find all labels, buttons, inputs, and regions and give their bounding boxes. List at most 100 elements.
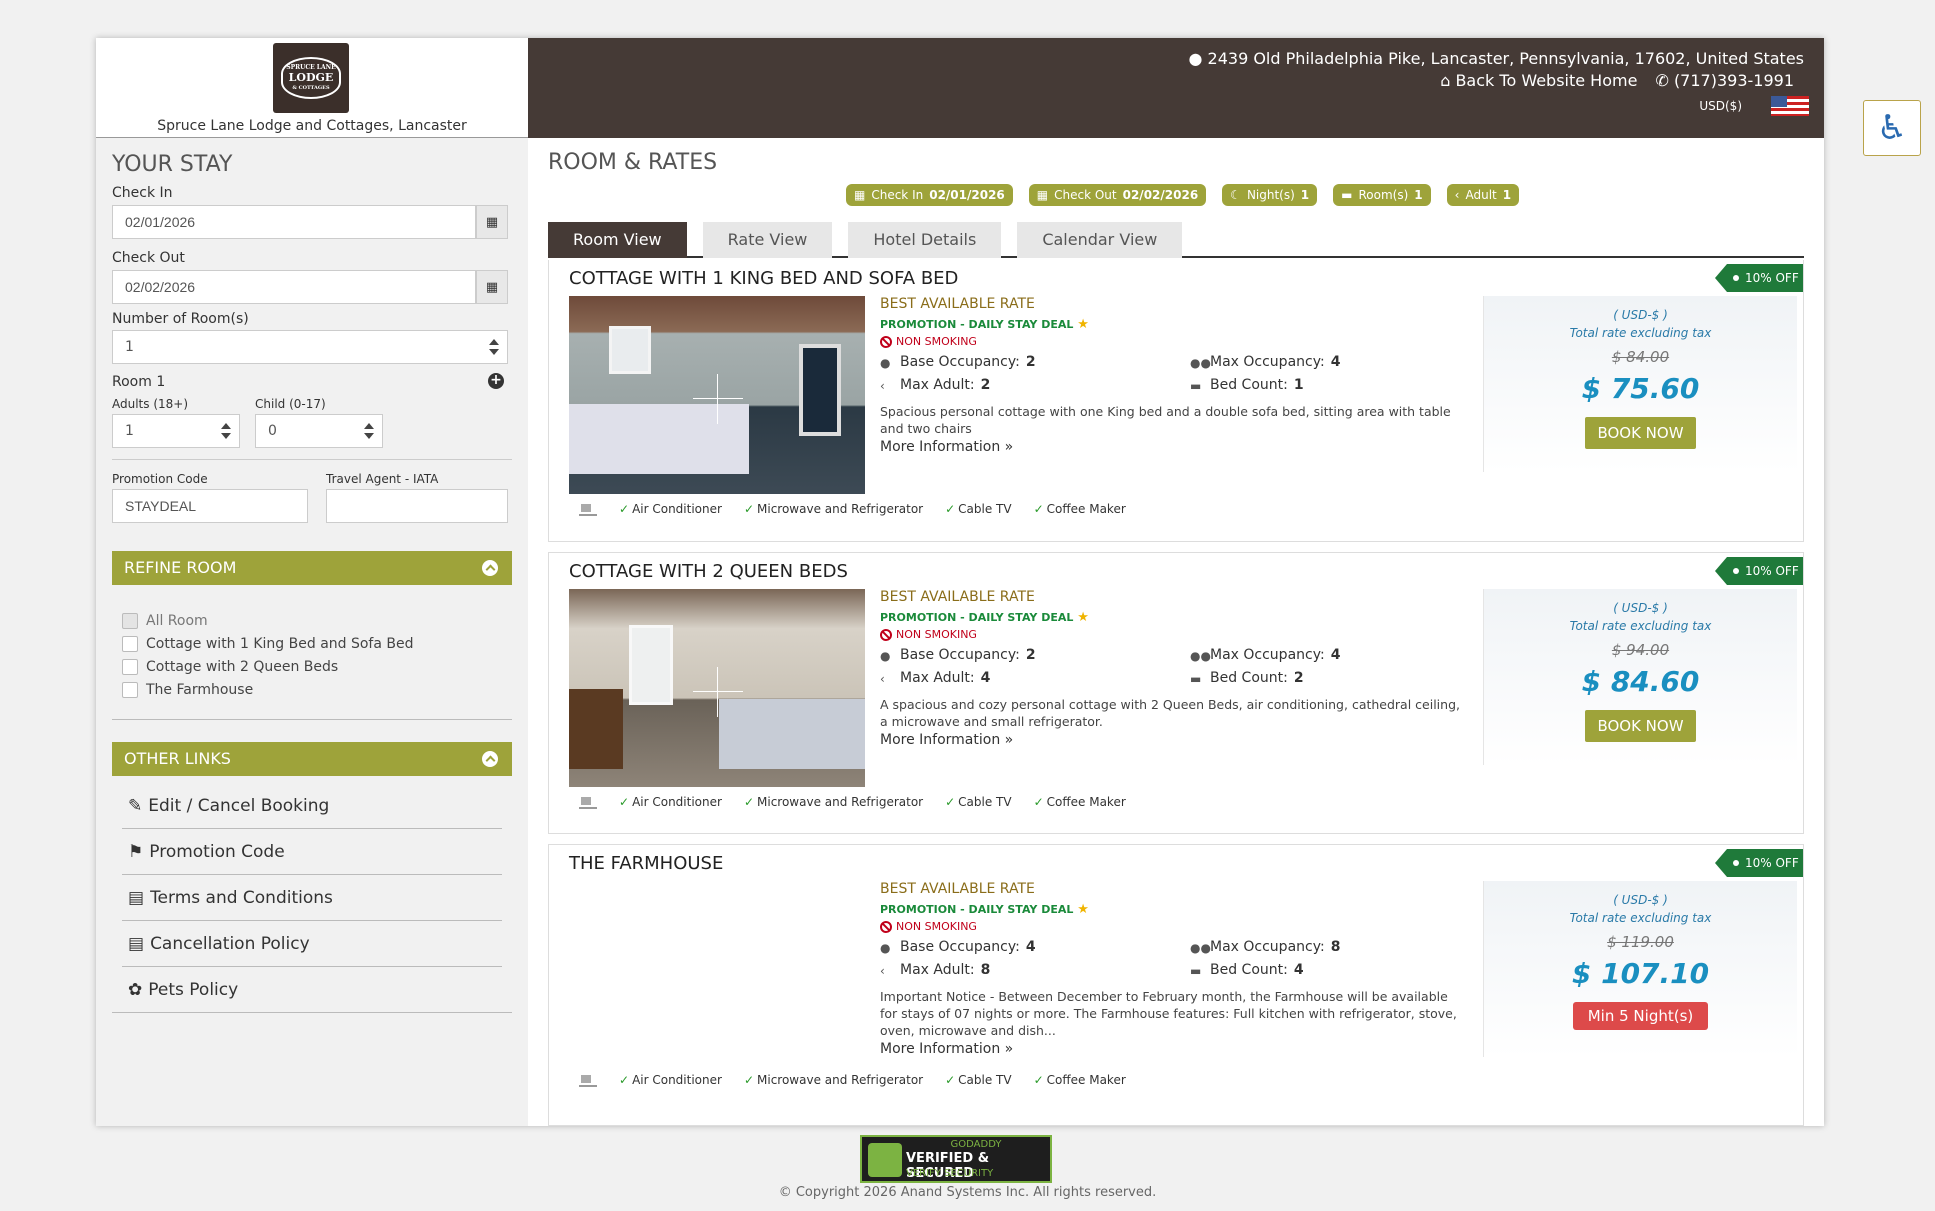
max-adult: ‹ Max Adult: 2 bbox=[880, 377, 990, 393]
main-content: ROOM & RATES ▦ Check In 02/01/2026 ▦ Check … bbox=[96, 38, 1824, 1126]
calendar-icon: ▦ bbox=[1036, 188, 1049, 202]
amenity-label: Coffee Maker bbox=[1046, 1073, 1126, 1087]
max-adult: ‹ Max Adult: 4 bbox=[880, 670, 990, 686]
original-price: $ 84.00 bbox=[1611, 348, 1670, 366]
badge-value: 1 bbox=[1300, 188, 1310, 202]
tab-rate-view[interactable]: Rate View bbox=[702, 222, 833, 258]
price-currency: ( USD-$ ) bbox=[1613, 601, 1668, 615]
crosshair-icon bbox=[693, 374, 743, 424]
user-icon: ● bbox=[880, 356, 891, 370]
amenity-item: ✓ Air Conditioner bbox=[619, 502, 722, 516]
rate-name: BEST AVAILABLE RATE bbox=[880, 589, 1035, 605]
tab-hotel-details[interactable]: Hotel Details bbox=[848, 222, 1002, 258]
room-rates-title: ROOM & RATES bbox=[548, 150, 718, 175]
check-icon: ✓ bbox=[619, 795, 630, 809]
base-occupancy: ● Base Occupancy: 2 bbox=[880, 647, 1036, 663]
male-icon: ‹ bbox=[880, 964, 885, 978]
accessibility-icon[interactable]: ♿ bbox=[1863, 100, 1921, 156]
check-icon: ✓ bbox=[1033, 502, 1044, 516]
bed-count-label: Bed Count: bbox=[1210, 377, 1288, 393]
badge-label: Adult bbox=[1465, 188, 1497, 202]
amenity-label: Cable TV bbox=[958, 795, 1012, 809]
wheelchair-icon: ♿ bbox=[1876, 108, 1908, 148]
max-adult-label: Max Adult: bbox=[900, 670, 975, 686]
more-information-link[interactable]: More Information » bbox=[880, 1041, 1013, 1057]
base-occ-value: 2 bbox=[1025, 354, 1036, 370]
bed-count-value: 2 bbox=[1293, 670, 1304, 686]
price-box: ( USD-$ ) Total rate excluding tax $ 119… bbox=[1483, 881, 1797, 1057]
badge-value: 02/02/2026 bbox=[1122, 188, 1199, 202]
amenities-list: ✓ Air Conditioner ✓ Microwave and Refriger… bbox=[579, 502, 1126, 516]
check-icon: ✓ bbox=[945, 1073, 956, 1087]
star-icon: ★ bbox=[1077, 317, 1089, 332]
bed-count-value: 4 bbox=[1293, 962, 1304, 978]
max-adult-value: 2 bbox=[980, 377, 991, 393]
book-now-button[interactable]: BOOK NOW bbox=[1585, 417, 1696, 449]
max-occupancy: ●● Max Occupancy: 4 bbox=[1190, 647, 1340, 663]
bed-icon: ▬ bbox=[1341, 188, 1353, 202]
max-adult-label: Max Adult: bbox=[900, 377, 975, 393]
amenities-list: ✓ Air Conditioner ✓ Microwave and Refriger… bbox=[579, 1073, 1126, 1087]
male-icon: ‹ bbox=[880, 672, 885, 686]
min-nights-button[interactable]: Min 5 Night(s) bbox=[1572, 1002, 1709, 1030]
user-icon: ● bbox=[880, 941, 891, 955]
base-occ-value: 4 bbox=[1025, 939, 1036, 955]
check-icon: ✓ bbox=[1033, 795, 1044, 809]
godaddy-secure-seal[interactable]: GODADDY VERIFIED & SECURED VERIFY SECURI… bbox=[860, 1135, 1052, 1183]
base-occ-value: 2 bbox=[1025, 647, 1036, 663]
seal-subtitle: VERIFY SECURITY bbox=[906, 1168, 994, 1179]
person-icon: ‹ bbox=[1454, 188, 1460, 202]
dresser-shape bbox=[569, 689, 623, 769]
star-icon: ★ bbox=[1077, 902, 1089, 917]
tax-note: Total rate excluding tax bbox=[1569, 619, 1712, 633]
amenity-label: Coffee Maker bbox=[1046, 502, 1126, 516]
amenity-item: ✓ Coffee Maker bbox=[1034, 1073, 1126, 1087]
bed-icon: ▬ bbox=[1190, 964, 1202, 978]
amenity-item: ✓ Coffee Maker bbox=[1034, 795, 1126, 809]
no-smoking-icon bbox=[880, 920, 892, 933]
amenity-item: ✓ Microwave and Refrigerator bbox=[744, 502, 923, 516]
promo-label: PROMOTION - DAILY STAY DEAL ★ bbox=[880, 902, 1480, 917]
bed-count-label: Bed Count: bbox=[1210, 962, 1288, 978]
rooms-badge: ▬ Room(s) 1 bbox=[1333, 184, 1431, 206]
amenity-label: Cable TV bbox=[958, 1073, 1012, 1087]
more-information-link[interactable]: More Information » bbox=[880, 439, 1013, 455]
max-occupancy: ●● Max Occupancy: 8 bbox=[1190, 939, 1340, 955]
more-information-link[interactable]: More Information » bbox=[880, 732, 1013, 748]
max-occ-label: Max Occupancy: bbox=[1210, 647, 1325, 663]
nights-badge: ☾ Night(s) 1 bbox=[1222, 184, 1318, 206]
user-icon: ● bbox=[880, 649, 891, 663]
base-occupancy: ● Base Occupancy: 2 bbox=[880, 354, 1036, 370]
max-adult-label: Max Adult: bbox=[900, 962, 975, 978]
room-card: COTTAGE WITH 2 QUEEN BEDS 10% OFF BEST A… bbox=[548, 552, 1804, 834]
tab-calendar-view[interactable]: Calendar View bbox=[1017, 222, 1183, 258]
price-currency: ( USD-$ ) bbox=[1613, 308, 1668, 322]
max-adult-value: 8 bbox=[980, 962, 991, 978]
users-icon: ●● bbox=[1190, 356, 1211, 370]
smoking-policy: NON SMOKING bbox=[880, 628, 1480, 641]
discount-tag: 10% OFF bbox=[1715, 264, 1803, 292]
amenity-item: ✓ Cable TV bbox=[945, 1073, 1011, 1087]
adult-badge: ‹ Adult 1 bbox=[1446, 184, 1520, 206]
max-adult: ‹ Max Adult: 8 bbox=[880, 962, 990, 978]
rate-info: BEST AVAILABLE RATE PROMOTION - DAILY ST… bbox=[880, 589, 1480, 641]
amenity-item: ✓ Cable TV bbox=[945, 795, 1011, 809]
coffee-cup-icon bbox=[579, 1073, 597, 1087]
discount-tag: 10% OFF bbox=[1715, 849, 1803, 877]
badge-value: 1 bbox=[1502, 188, 1512, 202]
tab-room-view[interactable]: Room View bbox=[548, 222, 687, 258]
promo-label: PROMOTION - DAILY STAY DEAL ★ bbox=[880, 317, 1480, 332]
check-icon: ✓ bbox=[945, 795, 956, 809]
amenity-item: ✓ Air Conditioner bbox=[619, 795, 722, 809]
door-shape bbox=[799, 344, 841, 436]
room-photo[interactable] bbox=[569, 296, 865, 494]
book-now-button[interactable]: BOOK NOW bbox=[1585, 710, 1696, 742]
view-tabs: Room View Rate View Hotel Details Calend… bbox=[548, 222, 1804, 258]
max-occ-value: 8 bbox=[1330, 939, 1341, 955]
original-price: $ 119.00 bbox=[1607, 933, 1674, 951]
no-smoking-icon bbox=[880, 628, 892, 641]
room-photo[interactable] bbox=[569, 589, 865, 787]
amenity-label: Microwave and Refrigerator bbox=[757, 795, 924, 809]
max-occupancy: ●● Max Occupancy: 4 bbox=[1190, 354, 1340, 370]
no-smoking-icon bbox=[880, 335, 892, 348]
